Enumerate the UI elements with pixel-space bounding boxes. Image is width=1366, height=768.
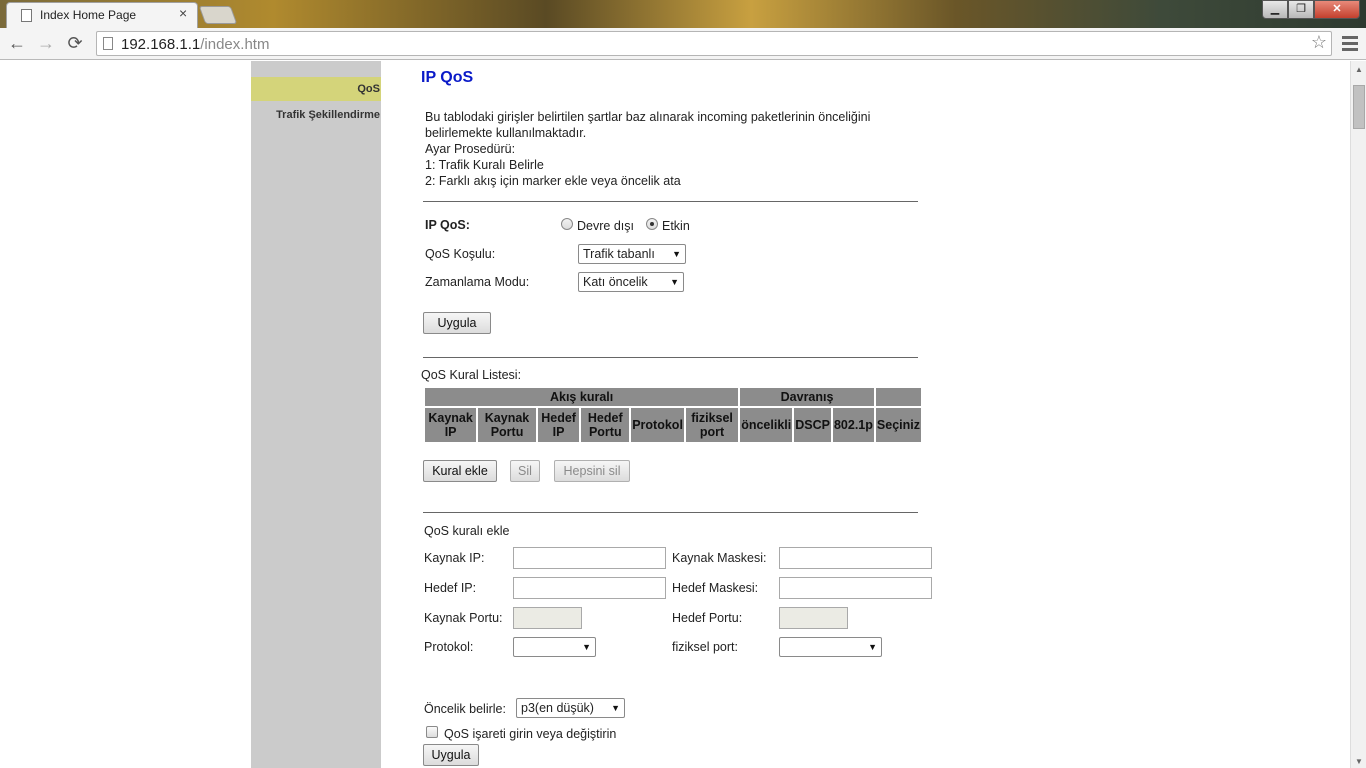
rule-list-table: Akış kuralı Davranış Kaynak IP Kaynak Po… xyxy=(423,386,923,444)
column-header: Kaynak IP xyxy=(425,408,477,442)
back-icon[interactable]: ← xyxy=(6,32,28,54)
description-line: belirlemekte kullanılmaktadır. xyxy=(425,126,587,140)
dest-ip-input[interactable] xyxy=(513,577,666,599)
qos-condition-value: Trafik tabanlı xyxy=(583,247,655,261)
forward-icon[interactable]: → xyxy=(35,32,57,54)
url-path: /index.htm xyxy=(200,36,270,53)
divider xyxy=(423,357,918,358)
column-header: Hedef IP xyxy=(537,408,580,442)
physical-port-label: fiziksel port: xyxy=(672,640,738,654)
column-group-empty xyxy=(875,388,921,406)
description-line: 2: Farklı akış için marker ekle veya önc… xyxy=(425,174,681,188)
column-group-behavior: Davranış xyxy=(740,388,874,406)
physical-port-select[interactable]: ▼ xyxy=(779,637,882,657)
sidebar-item-qos[interactable]: QoS xyxy=(251,77,381,101)
dest-mask-input[interactable] xyxy=(779,577,932,599)
add-rule-title: QoS kuralı ekle xyxy=(424,524,510,538)
priority-label: Öncelik belirle: xyxy=(424,702,506,716)
bookmark-star-icon[interactable]: ☆ xyxy=(1311,32,1327,53)
dropdown-arrow-icon: ▼ xyxy=(672,249,681,259)
window-controls: ▁ ❐ ✕ xyxy=(1262,0,1360,19)
close-window-button[interactable]: ✕ xyxy=(1314,0,1360,19)
dest-port-input[interactable] xyxy=(779,607,848,629)
divider xyxy=(423,512,918,513)
column-header: Kaynak Portu xyxy=(478,408,536,442)
qos-mark-label: QoS işareti girin veya değiştirin xyxy=(444,727,617,741)
dropdown-arrow-icon: ▼ xyxy=(868,642,877,652)
browser-toolbar: ← → ⟳ 192.168.1.1/index.htm ☆ xyxy=(0,28,1366,60)
disabled-radio[interactable] xyxy=(561,218,573,230)
url-host: 192.168.1.1 xyxy=(121,36,201,53)
sidebar: QoS Trafik Şekillendirme xyxy=(251,61,381,768)
enabled-radio[interactable] xyxy=(646,218,658,230)
new-tab-button[interactable] xyxy=(198,6,238,24)
source-port-input[interactable] xyxy=(513,607,582,629)
column-header: Protokol xyxy=(631,408,684,442)
column-header: öncelikli xyxy=(740,408,793,442)
source-port-label: Kaynak Portu: xyxy=(424,611,503,625)
dest-mask-label: Hedef Maskesi: xyxy=(672,581,759,595)
window-titlebar: Index Home Page × ▁ ❐ ✕ xyxy=(0,0,1366,28)
description-line: Bu tablodaki girişler belirtilen şartlar… xyxy=(425,110,871,124)
column-header: Hedef Portu xyxy=(581,408,630,442)
scroll-thumb[interactable] xyxy=(1353,85,1365,129)
source-ip-input[interactable] xyxy=(513,547,666,569)
priority-value: p3(en düşük) xyxy=(521,701,594,715)
protocol-label: Protokol: xyxy=(424,640,474,654)
priority-select[interactable]: p3(en düşük) ▼ xyxy=(516,698,625,718)
disabled-label: Devre dışı xyxy=(577,219,634,233)
description-line: 1: Trafik Kuralı Belirle xyxy=(425,158,544,172)
divider xyxy=(423,201,918,202)
schedule-mode-label: Zamanlama Modu: xyxy=(425,275,530,289)
column-header: DSCP xyxy=(794,408,831,442)
browser-tab[interactable]: Index Home Page × xyxy=(6,2,198,28)
column-header: fiziksel port xyxy=(685,408,739,442)
close-tab-icon[interactable]: × xyxy=(179,5,187,21)
delete-button[interactable]: Sil xyxy=(510,460,540,482)
schedule-mode-select[interactable]: Katı öncelik ▼ xyxy=(578,272,684,292)
ipqos-label: IP QoS: xyxy=(425,218,470,232)
protocol-select[interactable]: ▼ xyxy=(513,637,596,657)
column-header: 802.1p xyxy=(832,408,874,442)
source-mask-label: Kaynak Maskesi: xyxy=(672,551,767,565)
source-ip-label: Kaynak IP: xyxy=(424,551,485,565)
qos-condition-select[interactable]: Trafik tabanlı ▼ xyxy=(578,244,686,264)
reload-icon[interactable]: ⟳ xyxy=(64,32,86,54)
column-header: Seçiniz xyxy=(875,408,921,442)
url-text[interactable]: 192.168.1.1/index.htm xyxy=(121,36,269,53)
qos-condition-label: QoS Koşulu: xyxy=(425,247,496,261)
add-rule-button[interactable]: Kural ekle xyxy=(423,460,497,482)
dropdown-arrow-icon: ▼ xyxy=(670,277,679,287)
rule-list-title: QoS Kural Listesi: xyxy=(421,368,522,382)
description: Bu tablodaki girişler belirtilen şartlar… xyxy=(425,109,915,189)
enabled-label: Etkin xyxy=(662,219,690,233)
page-icon xyxy=(103,37,113,50)
schedule-mode-value: Katı öncelik xyxy=(583,275,648,289)
tab-title: Index Home Page xyxy=(40,8,137,22)
minimize-button[interactable]: ▁ xyxy=(1262,0,1288,19)
apply-settings-button[interactable]: Uygula xyxy=(423,312,491,334)
scroll-down-icon[interactable]: ▼ xyxy=(1355,757,1363,766)
page-icon xyxy=(21,9,32,22)
dropdown-arrow-icon: ▼ xyxy=(611,703,620,713)
apply-rule-button[interactable]: Uygula xyxy=(423,744,479,766)
dropdown-arrow-icon: ▼ xyxy=(582,642,591,652)
column-group-flow: Akış kuralı xyxy=(425,388,739,406)
description-line: Ayar Prosedürü: xyxy=(425,142,516,156)
vertical-scrollbar[interactable]: ▲ ▼ xyxy=(1350,61,1366,768)
qos-mark-checkbox[interactable] xyxy=(426,726,438,738)
source-mask-input[interactable] xyxy=(779,547,932,569)
address-bar[interactable]: 192.168.1.1/index.htm ☆ xyxy=(96,31,1332,56)
menu-icon[interactable] xyxy=(1342,33,1358,53)
dest-port-label: Hedef Portu: xyxy=(672,611,743,625)
page-viewport: QoS Trafik Şekillendirme IP QoS Bu tablo… xyxy=(0,61,1350,768)
sidebar-item-traffic-shaping[interactable]: Trafik Şekillendirme xyxy=(251,103,381,127)
maximize-button[interactable]: ❐ xyxy=(1288,0,1314,19)
delete-all-button[interactable]: Hepsini sil xyxy=(554,460,630,482)
page-title: IP QoS xyxy=(421,69,474,86)
scroll-up-icon[interactable]: ▲ xyxy=(1355,65,1363,74)
dest-ip-label: Hedef IP: xyxy=(424,581,477,595)
